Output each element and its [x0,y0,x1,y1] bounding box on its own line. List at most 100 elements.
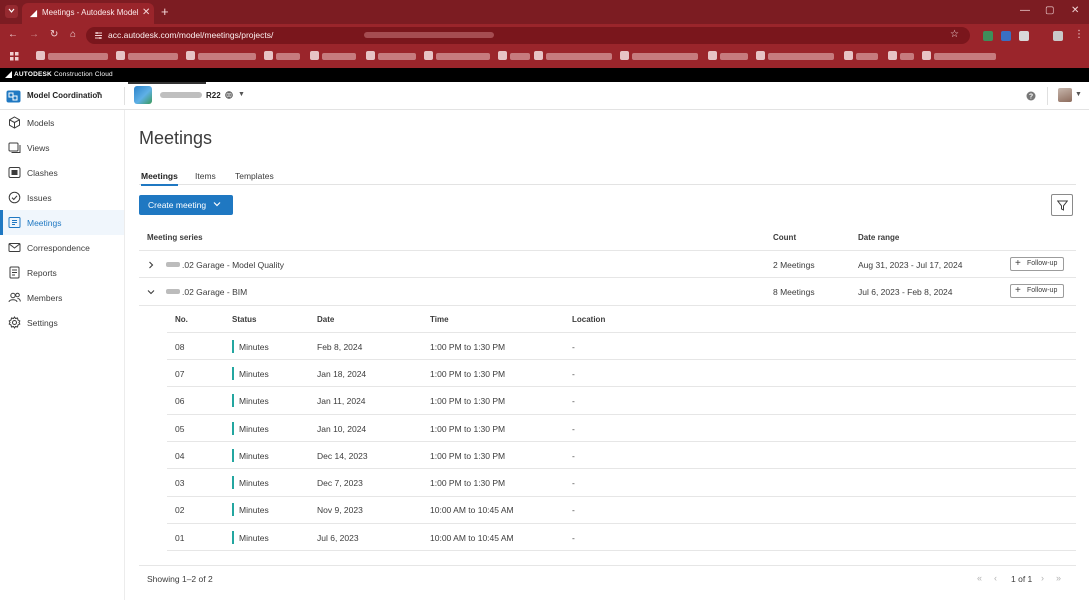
chevron-right-icon[interactable] [147,261,155,269]
project-switcher-chevron-icon[interactable]: ▼ [238,91,245,98]
divider [167,386,1076,387]
bookmark-redacted[interactable] [198,53,256,60]
column-header-no[interactable]: No. [175,315,188,324]
browser-toolbar: ← → ↻ ⌂ acc.autodesk.com/model/meetings/… [0,24,1089,46]
follow-up-button[interactable]: + Follow-up [1010,257,1064,271]
sidebar-item-meetings[interactable]: Meetings [0,210,124,235]
bookmark-favicon-icon [922,51,931,60]
tab-meetings[interactable]: Meetings [141,171,178,186]
bookmark-redacted[interactable] [934,53,996,60]
series-name[interactable]: .02 Garage - BIM [182,287,247,297]
back-icon[interactable]: ← [8,29,18,40]
divider [139,565,1076,566]
bookmark-redacted[interactable] [378,53,416,60]
module-switcher[interactable]: Model Coordination [27,91,102,100]
previous-page-icon[interactable]: ‹ [994,573,997,583]
meeting-status: Minutes [239,533,269,543]
issues-icon [8,191,21,204]
apps-grid-icon[interactable] [10,52,19,61]
sidebar-item-models[interactable]: Models [0,110,124,135]
chevron-down-icon[interactable] [147,288,155,296]
bookmark-redacted[interactable] [768,53,834,60]
bookmark-redacted[interactable] [546,53,612,60]
bookmark-redacted[interactable] [322,53,356,60]
bookmark-favicon-icon [424,51,433,60]
plus-icon: + [1015,258,1021,269]
extension-icon[interactable] [1001,31,1011,41]
meeting-time: 10:00 AM to 10:45 AM [430,533,514,543]
extension-icon[interactable] [983,31,993,41]
extension-icon[interactable] [1019,31,1029,41]
address-bar[interactable]: acc.autodesk.com/model/meetings/projects… [86,27,970,44]
follow-up-button[interactable]: + Follow-up [1010,284,1064,298]
minimize-window-icon[interactable]: — [1020,5,1030,16]
url-redacted [364,32,494,38]
project-thumbnail[interactable] [134,86,152,104]
help-icon[interactable]: ? [1026,91,1036,101]
column-header-series[interactable]: Meeting series [147,233,203,242]
column-header-status[interactable]: Status [232,315,256,324]
chevron-down-icon[interactable]: ▼ [95,91,102,98]
sidebar-item-settings[interactable]: Settings [0,310,124,335]
bookmark-redacted[interactable] [856,53,878,60]
first-page-icon[interactable]: « [977,573,982,583]
bookmark-star-icon[interactable]: ☆ [950,29,959,40]
app-header: Model Coordination ▼ R22 ▼ ? ▼ [0,82,1089,110]
column-header-date-range[interactable]: Date range [858,233,899,242]
meeting-time: 1:00 PM to 1:30 PM [430,369,506,379]
chevron-down-icon[interactable]: ▼ [1075,91,1082,98]
site-info-icon[interactable] [94,31,103,40]
bookmark-redacted[interactable] [128,53,178,60]
meeting-time: 1:00 PM to 1:30 PM [430,396,506,406]
tab-items[interactable]: Items [195,171,216,181]
column-header-time[interactable]: Time [430,315,449,324]
create-meeting-button[interactable]: Create meeting [139,195,233,215]
sidebar-item-issues[interactable]: Issues [0,185,124,210]
sidebar-item-label: Clashes [27,168,58,178]
bookmark-redacted[interactable] [510,53,530,60]
bookmark-redacted[interactable] [436,53,490,60]
meeting-number: 08 [175,342,185,352]
reload-icon[interactable]: ↻ [50,29,58,40]
globe-icon [225,91,233,99]
bookmark-redacted[interactable] [900,53,914,60]
divider [139,277,1076,278]
column-header-location[interactable]: Location [572,315,605,324]
sidebar-item-correspondence[interactable]: Correspondence [0,235,124,260]
last-page-icon[interactable]: » [1056,573,1061,583]
tab-search-button[interactable] [5,5,18,18]
project-name[interactable]: R22 [206,91,221,100]
filter-button[interactable] [1051,194,1073,216]
browser-tab-active[interactable]: Meetings - Autodesk Model Co ✕ [22,3,154,24]
home-icon[interactable]: ⌂ [70,29,76,40]
browser-menu-icon[interactable]: ⋮ [1074,29,1084,40]
forward-icon[interactable]: → [29,29,39,40]
bookmark-favicon-icon [264,51,273,60]
user-avatar[interactable] [1058,88,1072,102]
new-tab-icon[interactable]: + [161,4,169,19]
bookmark-redacted[interactable] [48,53,108,60]
close-tab-icon[interactable]: ✕ [142,7,150,18]
series-date-range: Jul 6, 2023 - Feb 8, 2024 [858,287,953,297]
column-header-date[interactable]: Date [317,315,334,324]
bookmark-redacted[interactable] [276,53,300,60]
bookmark-redacted[interactable] [720,53,748,60]
close-window-icon[interactable]: ✕ [1071,5,1079,16]
sidebar-item-clashes[interactable]: Clashes [0,160,124,185]
sidebar-item-label: Meetings [27,218,62,228]
sidebar-item-members[interactable]: Members [0,285,124,310]
maximize-window-icon[interactable]: ▢ [1045,5,1054,16]
meeting-date: Dec 14, 2023 [317,451,368,461]
meeting-location: - [572,396,575,406]
divider [139,305,1076,306]
sidebar-item-label: Views [27,143,50,153]
tab-templates[interactable]: Templates [235,171,274,181]
sidebar-item-views[interactable]: Views [0,135,124,160]
bookmark-redacted[interactable] [632,53,698,60]
next-page-icon[interactable]: › [1041,573,1044,583]
series-name[interactable]: .02 Garage - Model Quality [182,260,284,270]
column-header-count[interactable]: Count [773,233,796,242]
profile-icon[interactable] [1053,31,1063,41]
divider [167,496,1076,497]
sidebar-item-reports[interactable]: Reports [0,260,124,285]
